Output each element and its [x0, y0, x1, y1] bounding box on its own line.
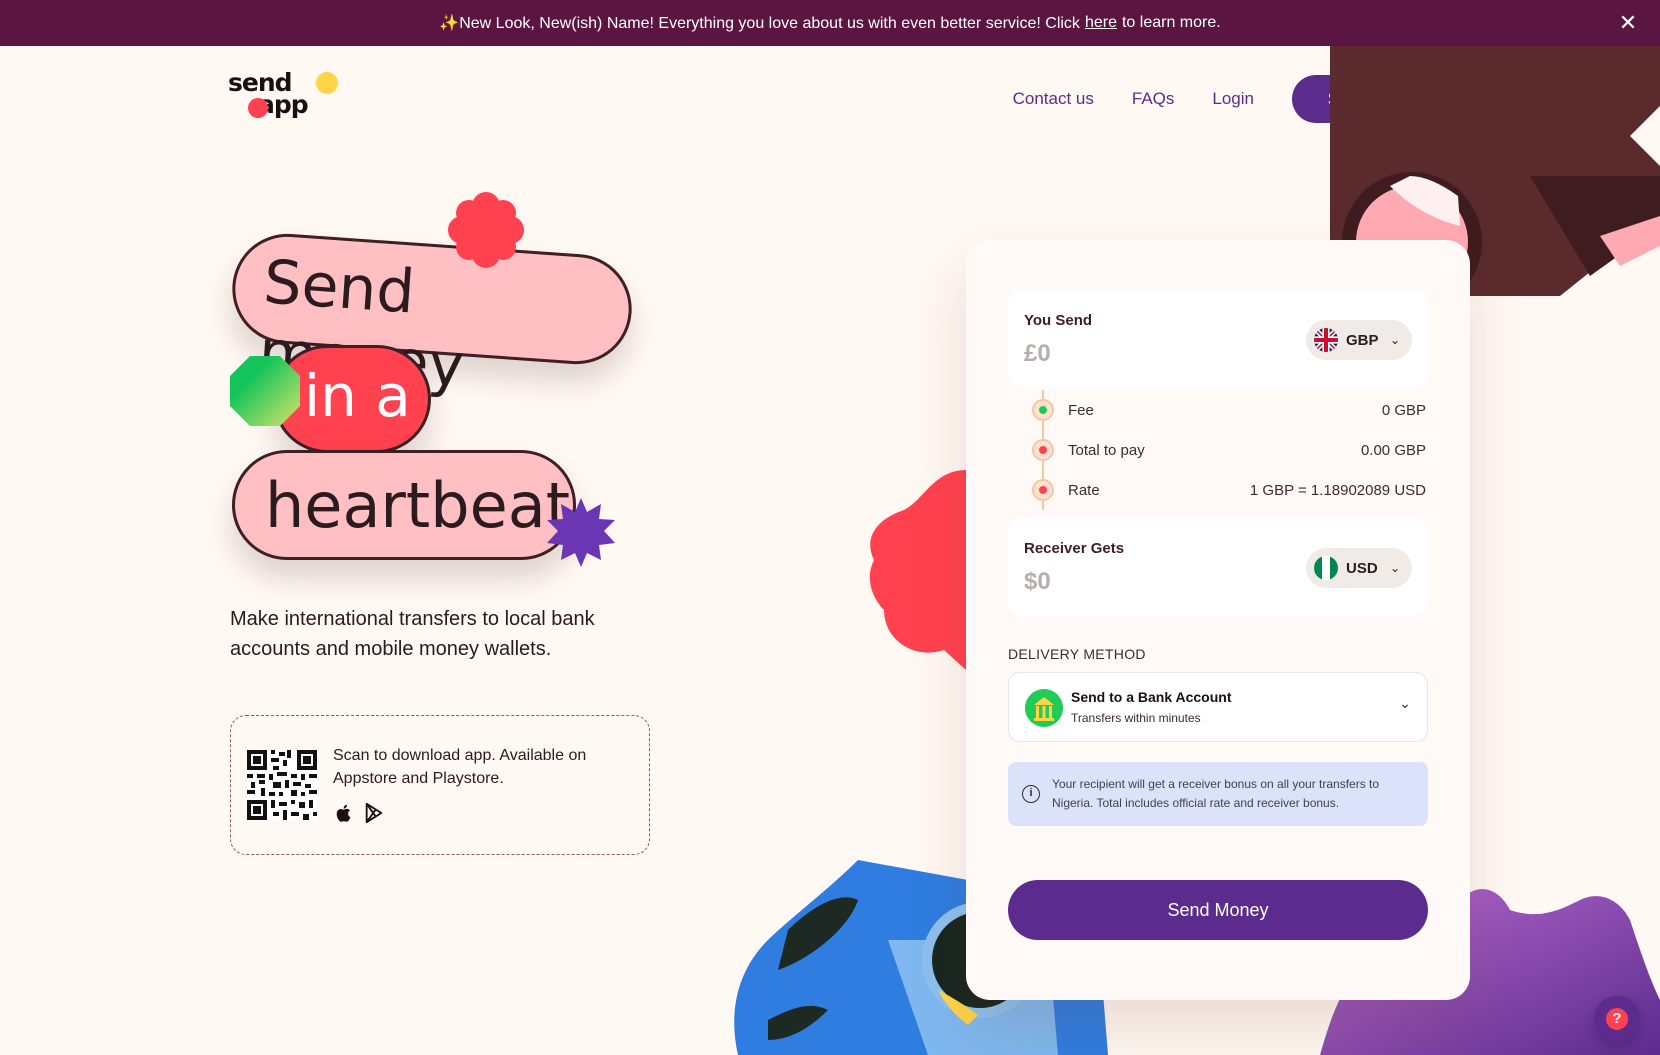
decorative-red-flower-small [448, 192, 524, 268]
banner-text-end: to learn more. [1121, 14, 1221, 31]
logo[interactable]: send app [228, 70, 340, 122]
delivery-method-select[interactable]: Send to a Bank Account Transfers within … [1008, 672, 1428, 742]
bank-icon [1025, 689, 1063, 727]
total-row: Total to pay 0.00 GBP [1032, 430, 1426, 470]
send-currency-select[interactable]: GBP ⌄ [1306, 320, 1412, 360]
hero-subheading: Make international transfers to local ba… [230, 608, 595, 660]
receive-currency-code: USD [1346, 559, 1378, 577]
app-download-text: Scan to download app. Available on Appst… [333, 747, 587, 787]
total-label: Total to pay [1068, 441, 1145, 459]
rate-value: 1 GBP = 1.18902089 USD [1249, 481, 1426, 499]
delivery-method-subtitle: Transfers within minutes [1071, 711, 1201, 725]
breakdown-icon-dot [1039, 446, 1047, 454]
hero-line-heartbeat: heartbeat [232, 450, 576, 560]
rate-label: Rate [1068, 481, 1100, 499]
fee-icon [1032, 399, 1054, 421]
info-icon: i [1022, 785, 1040, 803]
chevron-down-icon: ⌄ [1389, 333, 1400, 347]
chevron-down-icon: ⌄ [1399, 695, 1411, 711]
receiver-gets-label: Receiver Gets [1024, 540, 1125, 557]
receiver-gets-field[interactable]: Receiver Gets $0 USD ⌄ [1008, 518, 1428, 616]
rate-row: Rate 1 GBP = 1.18902089 USD [1032, 470, 1426, 510]
receive-currency-select[interactable]: USD ⌄ [1306, 548, 1412, 588]
uk-flag-icon [1314, 328, 1338, 352]
you-send-amount-input[interactable]: £0 [1024, 340, 1051, 368]
announcement-banner: ✨New Look, New(ish) Name! Everything you… [0, 0, 1660, 46]
fee-label: Fee [1068, 401, 1094, 419]
delivery-method-label: DELIVERY METHOD [1008, 646, 1146, 662]
play-store-icon[interactable] [363, 802, 385, 824]
nigeria-flag-icon [1314, 556, 1338, 580]
breakdown-icon-dot [1039, 406, 1047, 414]
close-icon[interactable]: ✕ [1616, 11, 1640, 35]
decorative-green-octagon [230, 356, 300, 426]
app-download-box: Scan to download app. Available on Appst… [230, 715, 650, 855]
fee-value: 0 GBP [1381, 401, 1426, 419]
help-button[interactable]: ? [1594, 996, 1640, 1042]
total-value: 0.00 GBP [1360, 441, 1426, 459]
banner-text: ✨New Look, New(ish) Name! Everything you… [439, 15, 1080, 32]
breakdown-icon-dot [1039, 486, 1047, 494]
nav-contact-link[interactable]: Contact us [1013, 89, 1094, 109]
apple-icon[interactable] [333, 802, 355, 824]
nav-login-link[interactable]: Login [1212, 89, 1254, 109]
decorative-purple-star [547, 498, 615, 567]
decorative-red-flower [869, 470, 966, 670]
logo-red-dot [248, 98, 268, 118]
qr-code [247, 750, 317, 820]
logo-yellow-dot [316, 72, 338, 94]
receiver-bonus-notice: i Your recipient will get a receiver bon… [1008, 762, 1428, 826]
send-currency-code: GBP [1346, 331, 1379, 349]
hero-line-send-money: Send money [228, 230, 636, 401]
you-send-field[interactable]: You Send £0 GBP ⌄ [1008, 290, 1428, 388]
receiver-bonus-text: Your recipient will get a receiver bonus… [1052, 777, 1380, 810]
transfer-calculator-card: You Send £0 GBP ⌄ Fee 0 GBP Total to pay… [966, 240, 1470, 1000]
rate-icon [1032, 479, 1054, 501]
you-send-label: You Send [1024, 312, 1093, 329]
total-icon [1032, 439, 1054, 461]
chevron-down-icon: ⌄ [1389, 561, 1400, 575]
nav-faqs-link[interactable]: FAQs [1132, 89, 1175, 109]
help-icon: ? [1606, 1008, 1628, 1030]
fee-row: Fee 0 GBP [1032, 390, 1426, 430]
banner-learn-more-link[interactable]: here [1085, 14, 1117, 32]
delivery-method-title: Send to a Bank Account [1071, 689, 1232, 705]
receiver-gets-amount-input[interactable]: $0 [1024, 568, 1051, 596]
send-money-button[interactable]: Send Money [1008, 880, 1428, 940]
